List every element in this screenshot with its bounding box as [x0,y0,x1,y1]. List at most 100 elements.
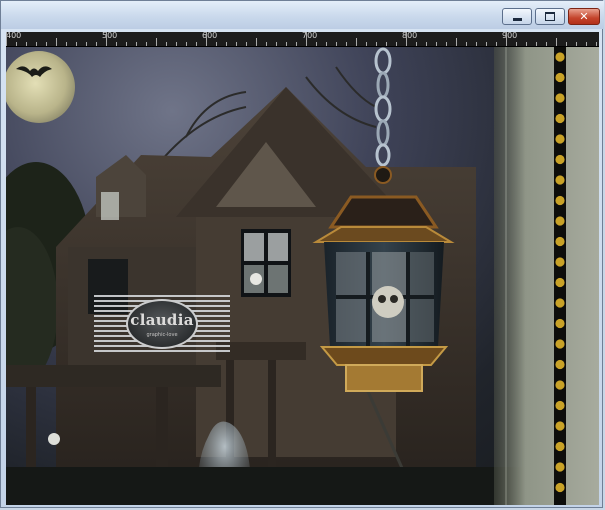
ruler-tick [56,38,57,46]
gold-bead [555,154,565,165]
gold-bead [555,318,565,329]
ruler-tick [596,42,597,46]
ruler-tick [126,42,127,46]
ruler-tick [286,42,287,46]
title-bar[interactable]: ✕ [1,1,604,29]
ruler-tick [106,32,107,46]
ruler-tick [236,42,237,46]
ruler-tick [316,42,317,46]
texture-panel [494,47,599,505]
minimize-button[interactable] [502,8,532,25]
ruler-tick [486,42,487,46]
ruler-tick [426,42,427,46]
gold-bead [555,113,565,124]
ruler-tick [436,42,437,46]
ruler-tick [386,42,387,46]
ruler-tick [546,42,547,46]
gold-bead [555,462,565,472]
ruler-tick [6,32,7,46]
watermark-seal: claudia graphic-love [126,299,198,349]
gold-bead [555,441,565,452]
ruler-tick [36,42,37,46]
ruler-tick [86,42,87,46]
ruler-tick [146,42,147,46]
ruler-tick [586,42,587,46]
ruler-tick [346,42,347,46]
ruler-tick [336,42,337,46]
ruler-tick [476,42,477,46]
ruler-tick [356,38,357,46]
ruler-tick [216,42,217,46]
gold-bead [555,400,565,411]
ruler-tick [206,32,207,46]
ruler-label: 900 [502,32,518,40]
ruler-tick [266,42,267,46]
ruler-tick [246,42,247,46]
skull [250,273,262,285]
watermark-subtitle: graphic-love [146,332,178,338]
gold-bead [555,421,565,431]
close-button[interactable]: ✕ [568,8,600,25]
canvas-artwork [6,47,599,505]
ruler-tick [306,32,307,46]
ruler-tick [326,42,327,46]
ruler-tick [406,32,407,46]
ruler-label: 600 [202,32,218,40]
lantern-chain [374,47,392,167]
moon [6,51,75,123]
ruler-label: 500 [102,32,118,40]
maximize-button[interactable] [535,8,565,25]
ruler-tick [196,42,197,46]
ruler-tick [506,32,507,46]
gold-bead [555,195,565,206]
ruler-tick [576,42,577,46]
ruler-tick [456,38,457,46]
gold-bead [555,236,565,247]
gold-bead [555,359,565,370]
ruler-tick [116,42,117,46]
ruler-label: 700 [302,32,318,40]
gold-bead [555,52,565,62]
gold-bead [555,93,565,103]
gold-bead [555,257,565,267]
image-canvas[interactable]: claudia graphic-love [6,47,599,505]
ruler-tick [536,42,537,46]
ruler-tick [466,42,467,46]
ruler-tick [296,42,297,46]
ruler-tick [76,42,77,46]
maximize-icon [545,12,555,21]
gold-bead [555,72,565,83]
close-icon: ✕ [579,10,589,23]
ruler-tick [496,42,497,46]
gold-bead [555,339,565,349]
ruler-tick [566,42,567,46]
ruler-tick [26,42,27,46]
app-window: ✕ 400 500 600 700 800 900 claudia graphi… [0,0,604,508]
ruler-tick [46,42,47,46]
ruler-tick [526,42,527,46]
ruler-tick [166,42,167,46]
watermark-name: claudia [130,311,194,329]
gold-bead [555,380,565,390]
gold-bead [555,175,565,185]
gold-bead [555,216,565,226]
ruler-tick [66,42,67,46]
ruler-tick [96,42,97,46]
ruler-tick [446,42,447,46]
ruler-tick [556,38,557,46]
gold-bead [555,134,565,144]
ruler-label: 800 [402,32,418,40]
ruler-tick [136,42,137,46]
ruler-tick [176,42,177,46]
gold-bead [555,298,565,308]
minimize-icon [512,17,522,21]
gold-bead [555,482,565,493]
horizontal-ruler: 400 500 600 700 800 900 [6,32,599,47]
ruler-tick [396,42,397,46]
ruler-tick [16,42,17,46]
ruler-tick [156,38,157,46]
ruler-tick [276,42,277,46]
ruler-tick [226,42,227,46]
ruler-tick [366,42,367,46]
gold-bead [555,277,565,288]
